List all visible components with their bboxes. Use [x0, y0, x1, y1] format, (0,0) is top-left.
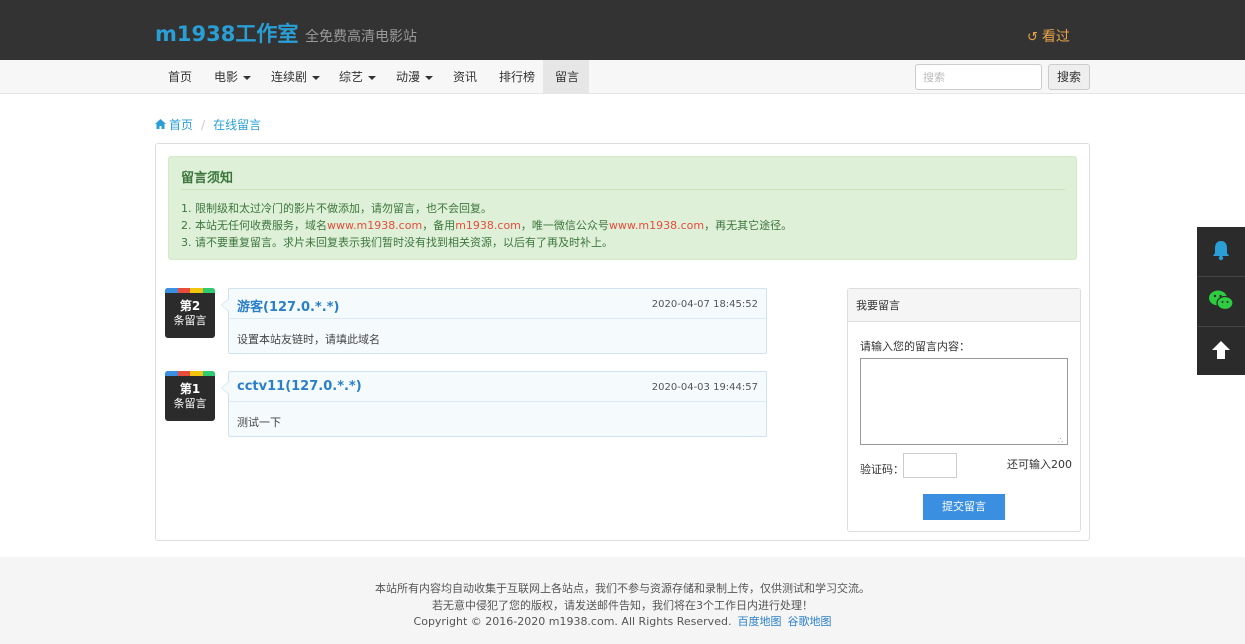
floor-badge: 第2 条留言: [165, 288, 215, 338]
floor-number: 第2: [179, 299, 201, 313]
remaining-chars: 还可输入200: [1007, 458, 1072, 471]
notice-domain: m1938.com: [455, 219, 521, 232]
notice-text: ，备用: [422, 219, 456, 232]
message-header: cctv11(127.0.*.*) 2020-04-03 19:44:57: [229, 372, 766, 402]
nav-item-guestbook[interactable]: 留言: [543, 60, 589, 94]
notice-line-1: 1. 限制级和太过冷门的影片不做添加，请勿留言，也不会回复。: [181, 202, 492, 215]
submit-button[interactable]: 提交留言: [923, 494, 1005, 520]
message-time: 2020-04-03 19:44:57: [651, 382, 758, 393]
breadcrumb-home[interactable]: 首页: [155, 118, 193, 132]
notice-text: ，再无其它途径。: [704, 219, 793, 232]
nav-label: 综艺: [339, 70, 364, 84]
home-icon: [155, 118, 166, 132]
message-item: cctv11(127.0.*.*) 2020-04-03 19:44:57 测试…: [221, 371, 767, 437]
breadcrumb-home-label: 首页: [169, 118, 194, 132]
nav-label: 留言: [555, 70, 580, 84]
caret-down-icon: [243, 75, 252, 80]
bell-icon: [1210, 239, 1232, 264]
floor-stripe: [165, 288, 215, 293]
search-button[interactable]: 搜索: [1048, 64, 1090, 90]
message-header: 游客(127.0.*.*) 2020-04-07 18:45:52: [229, 289, 766, 319]
back-to-top-button[interactable]: [1197, 327, 1245, 375]
notice-line-3: 3. 请不要重复留言。求片未回复表示我们暂时没有找到相关资源，以后有了再及时补上…: [181, 236, 613, 249]
message-content: 设置本站友链时，请填此域名: [237, 333, 380, 346]
google-map-link[interactable]: 谷歌地图: [787, 615, 831, 628]
notice-box: 留言须知 1. 限制级和太过冷门的影片不做添加，请勿留言，也不会回复。 2. 本…: [168, 156, 1077, 260]
notice-text: 2. 本站无任何收费服务，域名: [181, 219, 327, 232]
floor-label: 条留言: [173, 397, 207, 410]
message-content: 测试一下: [237, 416, 281, 429]
site-slogan: 全免费高清电影站: [305, 29, 417, 45]
nav-label: 资讯: [453, 70, 478, 84]
footer-line-1: 本站所有内容均自动收集于互联网上各站点，我们不参与资源存储和录制上传，仅供测试和…: [375, 582, 870, 595]
nav-label: 首页: [168, 70, 193, 84]
history-link[interactable]: ↺ 看过: [1027, 26, 1070, 46]
nav-item-variety[interactable]: 综艺: [327, 60, 388, 94]
breadcrumb-separator: /: [201, 118, 206, 132]
content-label: 请输入您的留言内容：: [860, 340, 970, 353]
breadcrumb-current[interactable]: 在线留言: [213, 118, 261, 132]
nav-item-home[interactable]: 首页: [156, 60, 204, 94]
bell-button[interactable]: [1197, 227, 1245, 275]
floor-number: 第1: [179, 382, 201, 396]
nav-label: 连续剧: [271, 70, 308, 84]
footer-line-2: 若无意中侵犯了您的版权，请发送邮件告知，我们将在3个工作日内进行处理！: [432, 599, 813, 612]
footer: 本站所有内容均自动收集于互联网上各站点，我们不参与资源存储和录制上传，仅供测试和…: [0, 557, 1245, 644]
floor-stripe: [165, 371, 215, 376]
arrow-up-icon: [1210, 339, 1232, 364]
message-time: 2020-04-07 18:45:52: [651, 299, 758, 310]
message-item: 游客(127.0.*.*) 2020-04-07 18:45:52 设置本站友链…: [221, 288, 767, 354]
captcha-label: 验证码：: [860, 463, 904, 476]
notice-domain: www.m1938.com: [327, 219, 423, 232]
nav-item-movie[interactable]: 电影: [202, 60, 263, 94]
top-header: m1938工作室 全免费高清电影站 ↺ 看过: [0, 0, 1245, 60]
notice-line-2: 2. 本站无任何收费服务，域名www.m1938.com，备用m1938.com…: [181, 217, 792, 233]
message-user: cctv11(127.0.*.*): [237, 379, 362, 394]
floor-badge: 第1 条留言: [165, 371, 215, 421]
history-label: 看过: [1041, 29, 1070, 45]
copyright: Copyright © 2016-2020 m1938.com. All Rig…: [413, 615, 732, 628]
nav-item-news[interactable]: 资讯: [441, 60, 489, 94]
caret-down-icon: [312, 75, 321, 80]
nav-item-series[interactable]: 连续剧: [259, 60, 332, 94]
caret-down-icon: [368, 75, 377, 80]
search-input[interactable]: [915, 64, 1042, 90]
nav-item-ranking[interactable]: 排行榜: [487, 60, 547, 94]
captcha-input[interactable]: [903, 453, 957, 478]
message-user: 游客(127.0.*.*): [237, 300, 340, 315]
nav-label: 动漫: [396, 70, 421, 84]
caret-down-icon: [425, 75, 434, 80]
site-logo[interactable]: m1938工作室: [155, 18, 298, 48]
notice-domain: www.m1938.com: [608, 219, 705, 232]
baidu-map-link[interactable]: 百度地图: [737, 615, 781, 628]
wechat-icon: [1208, 289, 1234, 314]
notice-divider: [181, 189, 1065, 190]
comment-textarea[interactable]: [860, 358, 1068, 445]
wechat-button[interactable]: [1197, 277, 1245, 325]
footer-line-3: Copyright © 2016-2020 m1938.com. All Rig…: [0, 613, 1245, 629]
side-toolbar: [1197, 227, 1245, 375]
nav-item-anime[interactable]: 动漫: [384, 60, 445, 94]
nav-label: 电影: [214, 70, 239, 84]
nav-label: 排行榜: [499, 70, 536, 84]
notice-title: 留言须知: [181, 171, 234, 186]
resize-grip-icon[interactable]: ∴: [1058, 436, 1063, 445]
comment-form: 我要留言 请输入您的留言内容： ∴ 验证码： 还可输入200 提交留言: [847, 288, 1081, 532]
form-title: 我要留言: [848, 289, 1080, 322]
breadcrumb: 首页 / 在线留言: [155, 116, 261, 133]
history-icon: ↺: [1027, 30, 1038, 45]
notice-text: ，唯一微信公众号: [520, 219, 609, 232]
floor-label: 条留言: [173, 314, 207, 327]
